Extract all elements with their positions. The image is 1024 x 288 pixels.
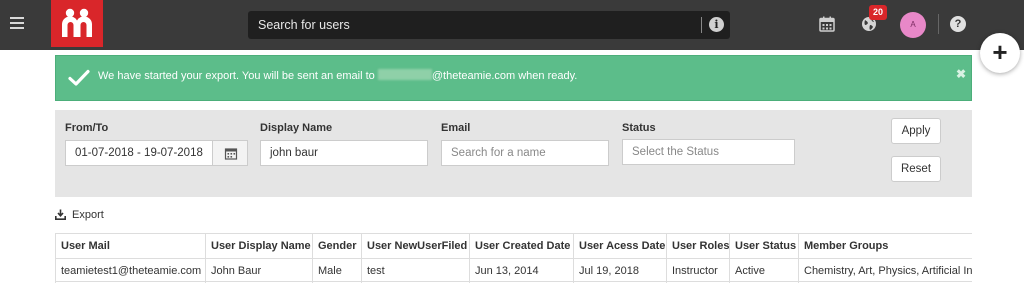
created-date-cell: Jun 13, 2014 xyxy=(469,259,539,283)
column-header[interactable]: Gender xyxy=(312,234,357,258)
display-name-label: Display Name xyxy=(260,122,333,134)
date-range-input[interactable]: 01-07-2018 - 19-07-2018 xyxy=(65,140,213,166)
column-header[interactable]: User Acess Date xyxy=(573,234,665,258)
user-mail-cell: teamietest1@theteamie.com xyxy=(55,259,201,283)
close-icon[interactable]: ✖ xyxy=(956,67,966,81)
column-header[interactable]: User Status xyxy=(729,234,796,258)
user-search-box[interactable]: Search for users i xyxy=(248,11,730,39)
add-button[interactable]: + xyxy=(980,33,1020,73)
from-to-label: From/To xyxy=(65,122,109,134)
column-header[interactable]: Member Groups xyxy=(798,234,888,258)
column-header[interactable]: User Created Date xyxy=(469,234,570,258)
new-user-filed-cell: test xyxy=(361,259,385,283)
alert-message-end: @theteamie.com when ready. xyxy=(431,70,578,82)
table-header-row: User Mail User Display Name Gender User … xyxy=(55,234,972,258)
help-icon[interactable]: ? xyxy=(950,16,966,32)
roles-cell: Instructor xyxy=(666,259,718,283)
user-avatar[interactable]: A xyxy=(900,12,926,38)
status-cell: Active xyxy=(729,259,765,283)
email-label: Email xyxy=(441,122,471,134)
hamburger-menu-icon[interactable] xyxy=(10,17,24,29)
gender-cell: Male xyxy=(312,259,342,283)
email-field[interactable]: Search for a name xyxy=(441,140,609,166)
topbar-divider xyxy=(938,14,939,34)
teamie-logo[interactable] xyxy=(51,0,103,47)
notification-count-badge: 20 xyxy=(869,5,887,20)
export-success-alert: We have started your export. You will be… xyxy=(55,55,972,101)
status-label: Status xyxy=(622,122,656,134)
access-date-cell: Jul 19, 2018 xyxy=(573,259,639,283)
display-name-field[interactable]: john baur xyxy=(260,140,428,166)
filter-panel: From/To 01-07-2018 - 19-07-2018 Display … xyxy=(55,110,972,197)
search-input[interactable]: Search for users xyxy=(258,18,350,32)
table-row[interactable]: teamietest1@theteamie.com John Baur Male… xyxy=(55,258,972,283)
checkmark-icon xyxy=(68,69,90,87)
info-icon[interactable]: i xyxy=(709,17,724,32)
apply-button[interactable]: Apply xyxy=(891,118,941,144)
date-picker-button[interactable] xyxy=(212,140,248,166)
top-navigation-bar: Search for users i 20 A ? xyxy=(0,0,1024,50)
redacted-email-user xyxy=(377,69,432,80)
column-header[interactable]: User Roles xyxy=(666,234,729,258)
calendar-icon xyxy=(224,148,238,160)
download-icon xyxy=(55,209,66,220)
calendar-icon[interactable] xyxy=(819,16,835,35)
search-divider xyxy=(701,17,702,33)
display-name-cell: John Baur xyxy=(205,259,261,283)
reset-button[interactable]: Reset xyxy=(891,156,941,182)
status-select[interactable]: Select the Status xyxy=(622,139,795,165)
export-link[interactable]: Export xyxy=(55,209,104,221)
export-label: Export xyxy=(72,209,104,221)
alert-message: We have started your export. You will be… xyxy=(98,69,577,82)
column-header[interactable]: User Mail xyxy=(55,234,110,258)
users-table: User Mail User Display Name Gender User … xyxy=(55,233,972,288)
alert-message-start: We have started your export. You will be… xyxy=(98,70,378,82)
column-header[interactable]: User Display Name xyxy=(205,234,311,258)
member-groups-cell: Chemistry, Art, Physics, Artificial Inte… xyxy=(798,259,972,283)
column-header[interactable]: User NewUserFiled xyxy=(361,234,467,258)
